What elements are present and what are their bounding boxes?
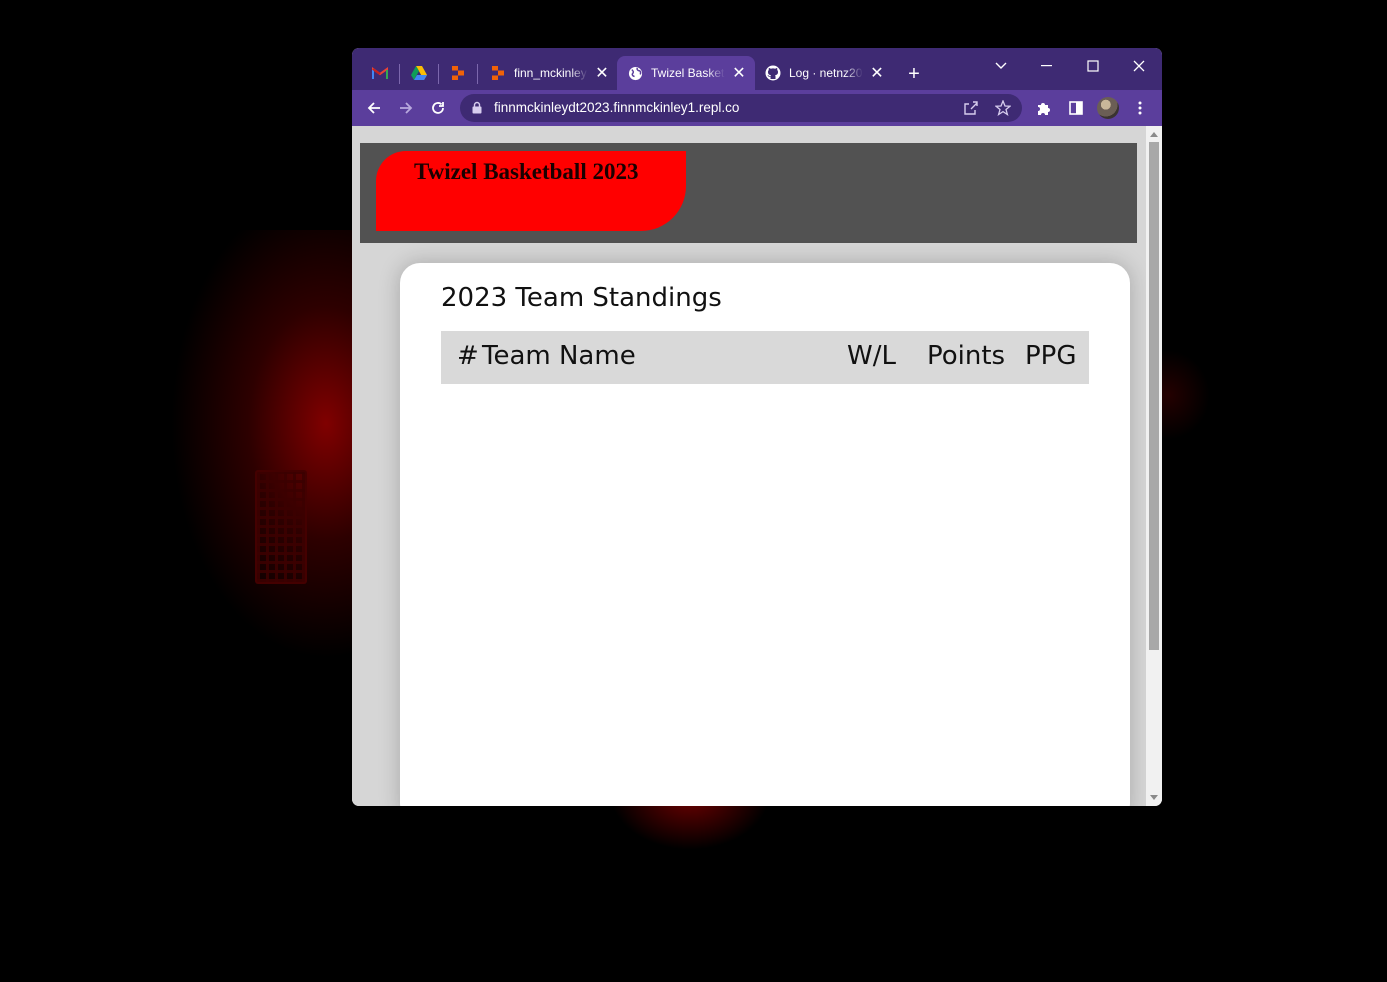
- close-icon: [1133, 60, 1145, 72]
- column-header-rank: #: [457, 341, 479, 371]
- forward-button[interactable]: [392, 94, 420, 122]
- minimize-button[interactable]: [1024, 52, 1070, 80]
- minimize-icon: [1041, 65, 1052, 67]
- tab-strip: finn_mckinley ✕ Twizel Basketball ✕ Log …: [352, 48, 1162, 90]
- column-header-team-name: Team Name: [482, 341, 636, 371]
- page-viewport: Twizel Basketball 2023 2023 Team Standin…: [352, 126, 1146, 806]
- bookmark-star-icon[interactable]: [994, 99, 1012, 117]
- maximize-icon: [1087, 60, 1099, 72]
- column-header-wl: W/L: [847, 341, 896, 371]
- arrow-left-icon: [367, 102, 380, 114]
- pinned-tab-replit[interactable]: [440, 56, 476, 90]
- puzzle-icon: [1038, 103, 1050, 115]
- site-header: Twizel Basketball 2023: [360, 143, 1137, 243]
- side-panel-icon: [1069, 101, 1083, 115]
- reload-icon: [432, 102, 444, 114]
- browser-window: finn_mckinley ✕ Twizel Basketball ✕ Log …: [352, 48, 1162, 806]
- chevron-down-icon: [995, 62, 1007, 69]
- tab-separator: [477, 64, 478, 84]
- site-brand[interactable]: Twizel Basketball 2023: [376, 151, 686, 231]
- card-title: 2023 Team Standings: [441, 283, 722, 313]
- globe-icon: [627, 65, 643, 81]
- close-tab-icon[interactable]: ✕: [729, 63, 749, 83]
- scroll-up-arrow-icon[interactable]: [1150, 132, 1158, 137]
- close-window-button[interactable]: [1116, 52, 1162, 80]
- maximize-button[interactable]: [1070, 52, 1116, 80]
- profile-avatar[interactable]: [1097, 97, 1119, 119]
- arrow-right-icon: [400, 102, 413, 114]
- tab-title: finn_mckinley: [514, 66, 587, 80]
- browser-menu-button[interactable]: [1126, 94, 1154, 122]
- back-button[interactable]: [360, 94, 388, 122]
- pinned-tab-google-drive[interactable]: [401, 56, 437, 90]
- close-tab-icon[interactable]: ✕: [867, 63, 887, 83]
- column-header-ppg: PPG: [1025, 341, 1077, 371]
- tab-search-button[interactable]: [978, 52, 1024, 80]
- standings-card: 2023 Team Standings # Team Name W/L Poin…: [400, 263, 1130, 806]
- tab-separator: [399, 64, 400, 84]
- gmail-icon: [372, 67, 388, 79]
- lock-icon: [472, 101, 482, 114]
- standings-table-header: # Team Name W/L Points PPG: [441, 331, 1089, 384]
- replit-icon: [452, 66, 464, 80]
- share-icon[interactable]: [962, 99, 980, 117]
- new-tab-button[interactable]: +: [902, 62, 926, 86]
- wallpaper-grille: [255, 470, 307, 584]
- replit-icon: [490, 65, 506, 81]
- column-header-points: Points: [927, 341, 1006, 371]
- github-icon: [765, 65, 781, 81]
- scrollbar-thumb[interactable]: [1149, 142, 1159, 650]
- vertical-scrollbar[interactable]: [1146, 126, 1162, 806]
- tab-separator: [438, 64, 439, 84]
- more-vertical-icon: [1138, 101, 1142, 115]
- url-text: finnmckinleydt2023.finnmckinley1.repl.co: [494, 100, 740, 115]
- extensions-button[interactable]: [1030, 94, 1058, 122]
- browser-toolbar: finnmckinleydt2023.finnmckinley1.repl.co: [352, 90, 1162, 126]
- tab-title: Twizel Basketball: [651, 66, 725, 80]
- site-title: Twizel Basketball 2023: [414, 159, 639, 184]
- tab-finn-mckinley[interactable]: finn_mckinley ✕: [480, 56, 614, 90]
- google-drive-icon: [411, 66, 427, 80]
- side-panel-button[interactable]: [1062, 94, 1090, 122]
- scroll-down-arrow-icon[interactable]: [1150, 795, 1158, 800]
- tab-twizel-basketball[interactable]: Twizel Basketball ✕: [617, 56, 755, 90]
- tab-github-log[interactable]: Log · netnz20 ✕: [755, 56, 889, 90]
- pinned-tab-gmail[interactable]: [362, 56, 398, 90]
- reload-button[interactable]: [424, 94, 452, 122]
- address-bar[interactable]: finnmckinleydt2023.finnmckinley1.repl.co: [460, 94, 1022, 122]
- tab-title: Log · netnz20: [789, 66, 863, 80]
- close-tab-icon[interactable]: ✕: [592, 63, 612, 83]
